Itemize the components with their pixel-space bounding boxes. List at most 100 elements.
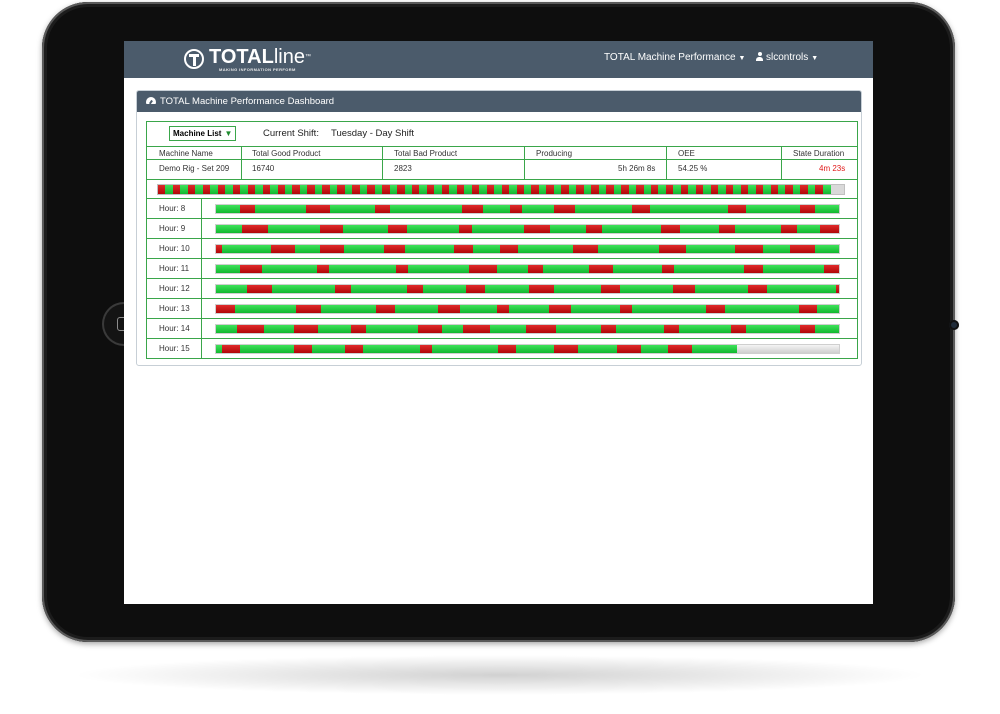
caret-down-icon: ▼ xyxy=(811,55,819,62)
producing-segment xyxy=(328,265,397,273)
down-segment xyxy=(549,305,571,313)
hour-timeline-bar[interactable] xyxy=(215,204,840,214)
hour-row[interactable]: Hour: 15 xyxy=(147,339,857,359)
down-segment xyxy=(221,345,241,353)
hour-timeline-bar[interactable] xyxy=(215,244,840,254)
hour-timeline-bar[interactable] xyxy=(215,324,840,334)
producing-segment xyxy=(422,285,467,293)
hour-label: Hour: 12 xyxy=(159,284,190,293)
top-navbar: TOTALline™ MAKING INFORMATION PERFORM TO… xyxy=(124,41,873,78)
user-menu-label: slcontrols xyxy=(766,52,809,63)
hour-row[interactable]: Hour: 14 xyxy=(147,319,857,339)
user-icon xyxy=(756,52,763,61)
performance-menu[interactable]: TOTAL Machine Performance ▼ xyxy=(604,52,745,63)
logo-tagline: MAKING INFORMATION PERFORM xyxy=(219,67,296,72)
logo-wordmark: TOTALline™ xyxy=(209,47,311,67)
producing-segment xyxy=(342,225,389,233)
down-segment xyxy=(374,205,391,213)
down-segment xyxy=(316,265,330,273)
down-segment xyxy=(237,325,265,333)
state-duration-cell: 4m 23s xyxy=(819,164,846,173)
table-divider xyxy=(524,147,525,179)
hour-timeline-bar[interactable] xyxy=(215,344,840,354)
hour-row[interactable]: Hour: 12 xyxy=(147,279,857,299)
device-shadow xyxy=(70,655,930,695)
producing-segment xyxy=(613,265,663,273)
down-segment xyxy=(376,305,396,313)
producing-segment xyxy=(724,305,800,313)
hour-row[interactable]: Hour: 11 xyxy=(147,259,857,279)
row-divider xyxy=(201,279,202,298)
down-segment xyxy=(296,305,322,313)
producing-segment xyxy=(216,225,243,233)
overview-segment xyxy=(822,185,831,194)
producing-segment xyxy=(366,325,418,333)
machine-name-cell[interactable]: Demo Rig - Set 209 xyxy=(159,164,229,173)
current-shift-label: Current Shift: xyxy=(263,128,319,139)
producing-segment xyxy=(686,245,736,253)
row-divider xyxy=(201,219,202,238)
hour-label: Hour: 8 xyxy=(159,204,186,213)
producing-segment xyxy=(796,225,820,233)
table-divider xyxy=(382,147,383,179)
producing-segment xyxy=(641,345,669,353)
logo-brand-light: line xyxy=(273,46,305,68)
hour-timeline-bar[interactable] xyxy=(215,284,840,294)
down-segment xyxy=(661,265,675,273)
producing-segment xyxy=(216,265,241,273)
down-segment xyxy=(216,305,235,313)
down-segment xyxy=(819,225,839,233)
down-segment xyxy=(585,225,603,233)
down-segment xyxy=(466,285,486,293)
hour-row[interactable]: Hour: 8 xyxy=(147,199,857,219)
hour-timeline-bar[interactable] xyxy=(215,304,840,314)
down-segment xyxy=(799,325,816,333)
machine-list-dropdown[interactable]: Machine List ▼ xyxy=(169,126,237,141)
producing-segment xyxy=(735,225,781,233)
producing-segment xyxy=(679,325,731,333)
producing-segment xyxy=(674,265,745,273)
producing-segment xyxy=(616,325,665,333)
hour-timeline-bar[interactable] xyxy=(215,224,840,234)
producing-segment xyxy=(554,285,602,293)
producing-segment xyxy=(692,345,738,353)
bad-product-cell: 2823 xyxy=(394,164,412,173)
machine-list-label: Machine List xyxy=(173,129,222,138)
producing-segment xyxy=(814,325,839,333)
producing-segment xyxy=(745,325,801,333)
producing-segment xyxy=(320,305,377,313)
down-segment xyxy=(554,345,579,353)
producing-cell: 5h 26m 8s xyxy=(618,164,656,173)
producing-segment xyxy=(766,285,837,293)
down-segment xyxy=(509,205,522,213)
hour-row[interactable]: Hour: 13 xyxy=(147,299,857,319)
down-segment xyxy=(419,345,432,353)
machine-stats-table: Machine Name Total Good Product Total Ba… xyxy=(147,146,857,180)
down-segment xyxy=(454,245,473,253)
down-segment xyxy=(319,245,345,253)
down-segment xyxy=(554,205,576,213)
producing-segment xyxy=(542,265,589,273)
down-segment xyxy=(417,325,443,333)
hour-label: Hour: 15 xyxy=(159,344,190,353)
performance-menu-label: TOTAL Machine Performance xyxy=(604,52,736,63)
producing-segment xyxy=(570,305,621,313)
user-menu[interactable]: slcontrols ▼ xyxy=(756,52,818,63)
idle-segment xyxy=(737,345,839,353)
hour-row[interactable]: Hour: 10 xyxy=(147,239,857,259)
down-segment xyxy=(270,245,296,253)
producing-segment xyxy=(362,345,420,353)
caret-down-icon: ▼ xyxy=(738,55,746,62)
hour-row[interactable]: Hour: 9 xyxy=(147,219,857,239)
hour-label: Hour: 11 xyxy=(159,264,190,273)
shift-overview-bar[interactable] xyxy=(157,184,845,195)
row-divider xyxy=(201,319,202,338)
producing-segment xyxy=(575,205,633,213)
down-segment xyxy=(529,285,555,293)
producing-segment xyxy=(817,305,839,313)
producing-segment xyxy=(441,325,464,333)
hour-timeline-bar[interactable] xyxy=(215,264,840,274)
row-divider xyxy=(201,239,202,258)
logo-trademark: ™ xyxy=(304,54,311,60)
producing-segment xyxy=(472,225,525,233)
